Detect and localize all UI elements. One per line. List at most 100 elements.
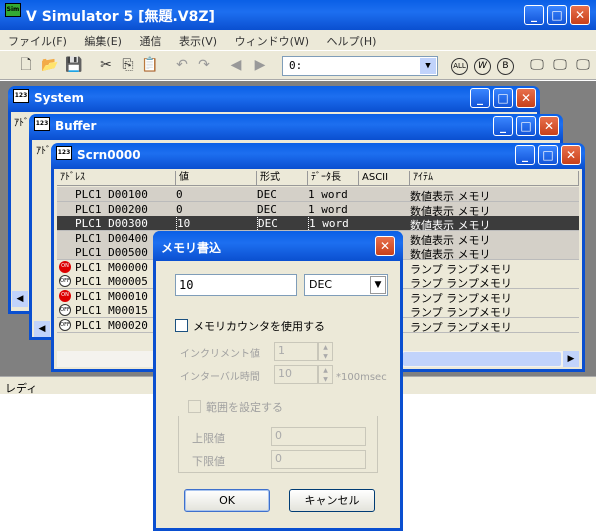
cancel-button[interactable]: キャンセル (289, 489, 375, 512)
scrn-icon: 123 (56, 146, 72, 160)
status-text: レディ (5, 382, 38, 395)
system-scroll-left[interactable]: ◀ (12, 291, 28, 307)
minimize-icon[interactable]: _ (515, 145, 535, 165)
cell-addr: PLC1 D00100 (75, 188, 148, 201)
cell-val: 10 (176, 217, 256, 230)
buffer-icon: 123 (34, 117, 50, 131)
buffer-titlebar[interactable]: 123 Buffer _ □ ✕ (29, 114, 563, 140)
chevron-down-icon[interactable]: ▼ (420, 58, 436, 74)
minimize-icon[interactable]: _ (470, 88, 490, 108)
close-icon[interactable]: ✕ (516, 88, 536, 108)
buffer-addr-header: ｱﾄﾞ (36, 146, 51, 157)
scrn-titlebar[interactable]: 123 Scrn0000 _ □ ✕ (51, 143, 585, 169)
scrn-title: Scrn0000 (77, 148, 141, 162)
minimize-icon[interactable]: _ (524, 5, 544, 25)
monitor-icon-2[interactable]: 🖵 (550, 55, 570, 75)
app-icon: Sim (5, 3, 21, 17)
forward-icon[interactable]: ▶ (250, 55, 270, 75)
cell-len: 1 word (308, 217, 358, 230)
menu-file[interactable]: ファイル(F) (8, 35, 67, 48)
col-length[interactable]: ﾃﾞｰﾀ長 (308, 171, 359, 186)
monitor-icon-1[interactable]: 🖵 (527, 55, 547, 75)
open-folder-icon[interactable]: 📂 (40, 55, 60, 75)
use-counter-label: メモリカウンタを使用する (193, 320, 325, 333)
maximize-icon[interactable]: □ (547, 5, 567, 25)
col-ascii[interactable]: ASCII (359, 171, 410, 186)
interval-unit: *100msec (336, 372, 387, 383)
toolbar: 🗋 📂 💾 ✂ ⎘ 📋 ↶ ↷ ◀ ▶ 0: ▼ ALL W B 🖵 🖵 🖵 (0, 50, 596, 80)
cell-addr: PLC1 D00200 (75, 202, 148, 216)
memory-write-dialog: メモリ書込 ✕ 10 DEC ▼ メモリカウンタを使用する インクリメント値 1… (153, 231, 403, 531)
dialog-title: メモリ書込 (161, 241, 222, 255)
system-title: System (34, 91, 84, 105)
increment-label: インクリメント値 (180, 349, 260, 360)
close-icon[interactable]: ✕ (539, 116, 559, 136)
upper-label: 上限値 (192, 432, 225, 445)
menu-window[interactable]: ウィンドウ(W) (235, 35, 309, 48)
menu-help[interactable]: ヘルプ(H) (327, 35, 377, 48)
col-value[interactable]: 値 (176, 171, 257, 186)
scroll-right-icon[interactable]: ▶ (563, 351, 579, 367)
chevron-down-icon[interactable]: ▼ (370, 276, 386, 294)
system-icon: 123 (13, 89, 29, 103)
word-icon[interactable]: W (474, 58, 491, 75)
interval-input[interactable]: 10 (274, 365, 318, 384)
use-counter-checkbox[interactable] (175, 319, 188, 332)
cut-icon[interactable]: ✂ (96, 55, 116, 75)
table-row[interactable]: PLC1 D00300 10 DEC 1 word 数値表示 メモリ (57, 216, 579, 232)
bit-icon[interactable]: B (497, 58, 514, 75)
new-file-icon[interactable]: 🗋 (16, 55, 36, 75)
lamp-off-icon: OFF (59, 275, 71, 287)
maximize-icon[interactable]: □ (493, 88, 513, 108)
maximize-icon[interactable]: □ (538, 145, 558, 165)
range-label: 範囲を設定する (206, 401, 283, 414)
back-icon[interactable]: ◀ (226, 55, 246, 75)
menu-comm[interactable]: 通信 (139, 35, 161, 48)
table-row[interactable]: PLC1 D00200 0 DEC 1 word 数値表示 メモリ (57, 201, 579, 218)
redo-icon[interactable]: ↷ (194, 55, 214, 75)
lamp-on-icon: ON (59, 289, 71, 302)
screen-select[interactable]: 0: ▼ (282, 56, 438, 76)
app-titlebar[interactable]: Sim V Simulator 5 [無題.V8Z] _ □ ✕ (0, 0, 596, 30)
buffer-scroll-left[interactable]: ◀ (34, 321, 50, 337)
menu-bar: ファイル(F) 編集(E) 通信 表示(V) ウィンドウ(W) ヘルプ(H) (0, 30, 596, 50)
dialog-titlebar[interactable]: メモリ書込 ✕ (153, 231, 403, 261)
system-addr-header: ｱﾄﾞ (14, 118, 29, 129)
paste-icon[interactable]: 📋 (140, 55, 160, 75)
copy-icon[interactable]: ⎘ (118, 55, 138, 75)
menu-view[interactable]: 表示(V) (179, 35, 217, 48)
cell-fmt: DEC (257, 202, 277, 216)
lamp-off-icon: OFF (59, 318, 71, 331)
col-address[interactable]: ｱﾄﾞﾚｽ (57, 171, 176, 186)
interval-spin[interactable]: ▲ ▼ (318, 365, 333, 384)
range-checkbox[interactable] (188, 400, 201, 413)
monitor-icon-3[interactable]: 🖵 (573, 55, 593, 75)
scroll-thumb[interactable] (403, 352, 561, 366)
system-titlebar[interactable]: 123 System _ □ ✕ (8, 86, 540, 112)
menu-edit[interactable]: 編集(E) (84, 35, 122, 48)
col-item[interactable]: ｱｲﾃﾑ (410, 171, 579, 186)
lower-label: 下限値 (192, 455, 225, 468)
upper-input[interactable]: 0 (271, 427, 366, 446)
value-input[interactable]: 10 (175, 274, 297, 296)
increment-input[interactable]: 1 (274, 342, 318, 361)
format-select[interactable]: DEC ▼ (304, 274, 388, 296)
close-icon[interactable]: ✕ (561, 145, 581, 165)
dialog-close-icon[interactable]: ✕ (375, 236, 395, 256)
undo-icon[interactable]: ↶ (172, 55, 192, 75)
cell-fmt: DEC (257, 188, 277, 201)
ok-button[interactable]: OK (184, 489, 270, 512)
maximize-icon[interactable]: □ (516, 116, 536, 136)
close-icon[interactable]: ✕ (570, 5, 590, 25)
buffer-title: Buffer (55, 119, 97, 133)
cell-len: 1 word (308, 188, 348, 201)
cell-addr: PLC1 D00300 (75, 217, 148, 230)
all-icon[interactable]: ALL (451, 58, 468, 75)
lower-input[interactable]: 0 (271, 450, 366, 469)
table-row[interactable]: PLC1 D00100 0 DEC 1 word 数値表示 メモリ (57, 187, 579, 203)
increment-spin[interactable]: ▲ ▼ (318, 342, 333, 361)
minimize-icon[interactable]: _ (493, 116, 513, 136)
col-format[interactable]: 形式 (257, 171, 308, 186)
save-icon[interactable]: 💾 (64, 55, 84, 75)
cell-item: ランプ ランプメモリ (410, 320, 512, 334)
